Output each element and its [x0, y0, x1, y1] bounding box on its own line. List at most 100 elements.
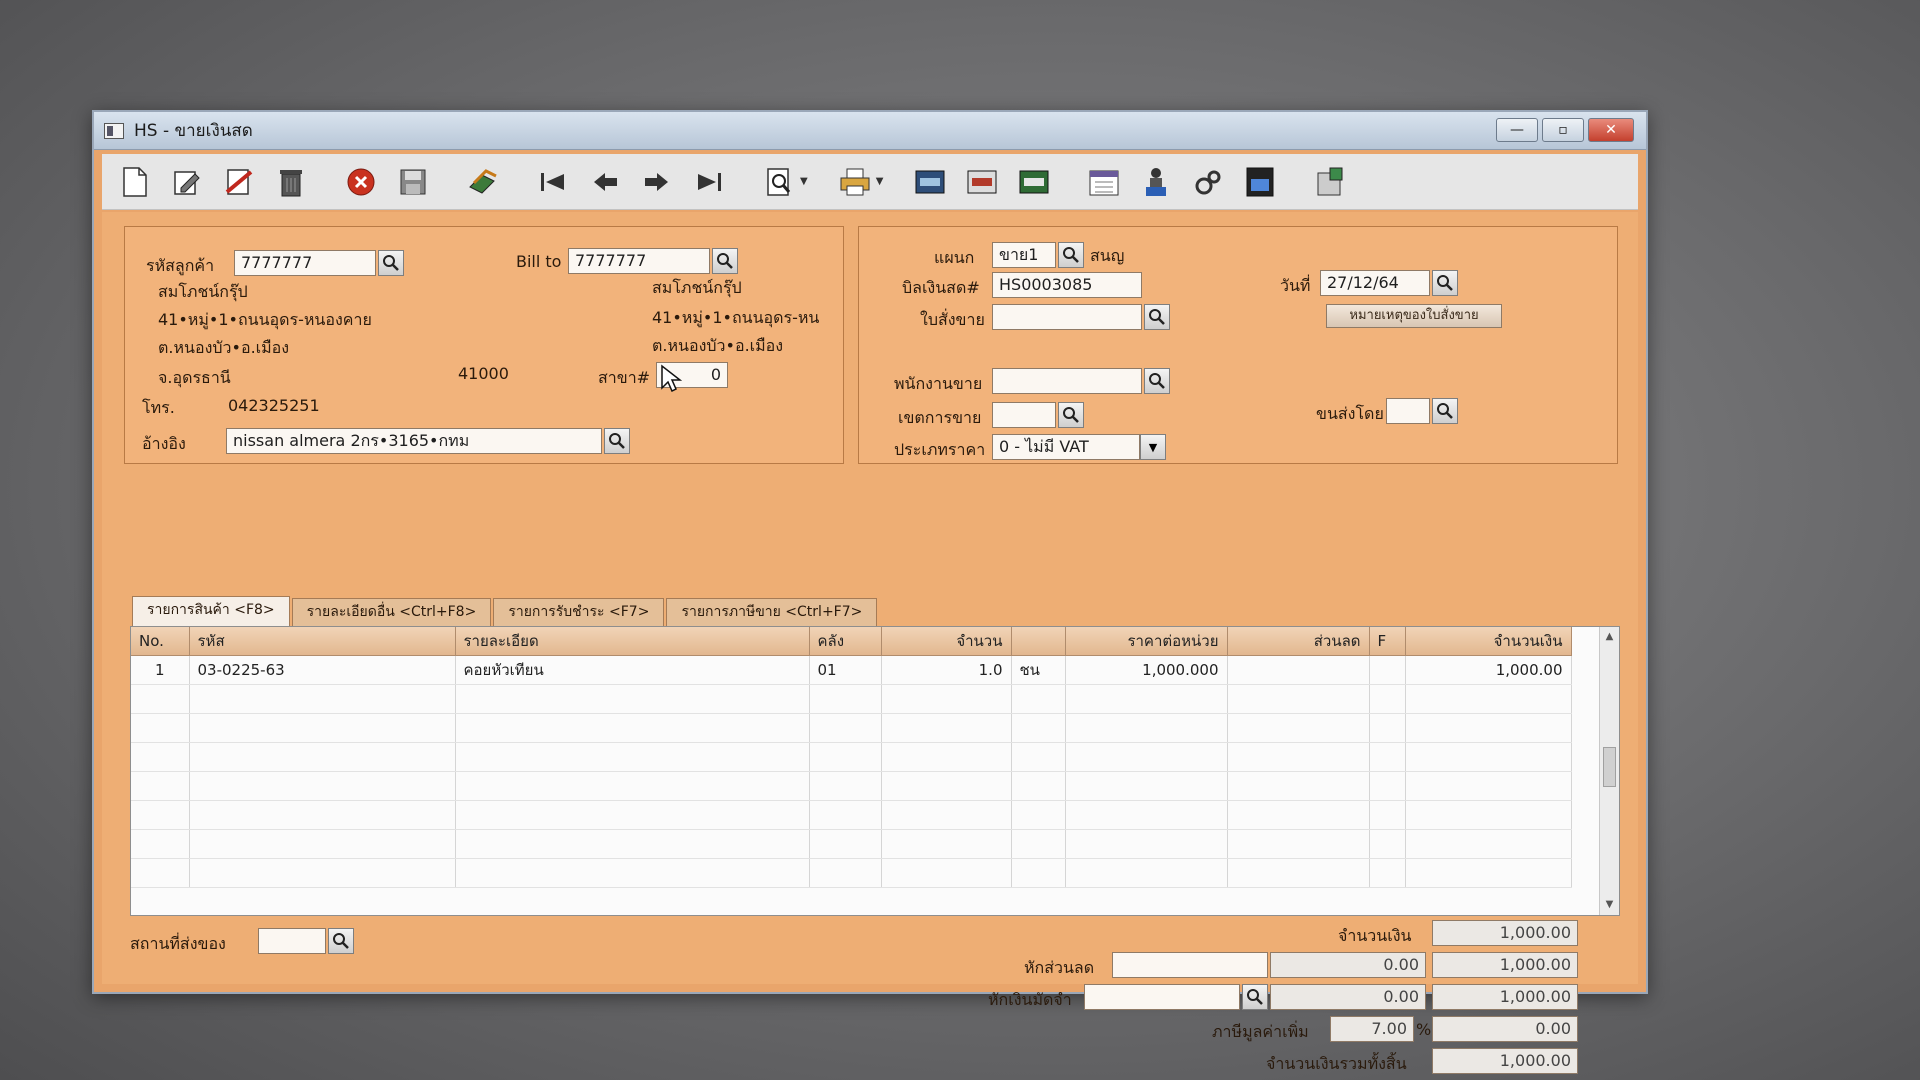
cell-flag[interactable]	[1369, 655, 1406, 685]
price-type-dropdown-icon[interactable]: ▼	[1140, 434, 1166, 460]
sales-order-search-icon[interactable]	[1144, 304, 1170, 330]
ok-document-icon[interactable]	[1237, 160, 1283, 204]
reference-search-icon[interactable]	[604, 428, 630, 454]
date-picker-icon[interactable]	[1432, 270, 1458, 296]
salesman-input[interactable]	[992, 368, 1142, 394]
table-row-empty[interactable]	[131, 713, 1572, 743]
table-row-empty[interactable]	[131, 800, 1572, 830]
col-quantity[interactable]: จำนวน	[881, 627, 1012, 656]
prev-icon[interactable]	[582, 160, 628, 204]
col-flag[interactable]: F	[1369, 627, 1406, 656]
bill-to-search-icon[interactable]	[712, 248, 738, 274]
delivery-input[interactable]	[258, 928, 326, 954]
ship-by-search-icon[interactable]	[1432, 398, 1458, 424]
settings-icon[interactable]	[1185, 160, 1231, 204]
cell-unit-price[interactable]: 1,000.000	[1065, 655, 1228, 685]
toolbar-separator	[320, 160, 332, 204]
department-search-icon[interactable]	[1058, 242, 1084, 268]
price-type-select[interactable]: 0 - ไม่มี VAT	[992, 434, 1140, 460]
tab-items[interactable]: รายการสินค้า <F8>	[132, 596, 290, 626]
cell-unit[interactable]: ชน	[1011, 655, 1066, 685]
table-row-empty[interactable]	[131, 858, 1572, 888]
col-code[interactable]: รหัส	[189, 627, 456, 656]
preview-icon[interactable]	[756, 160, 802, 204]
approve-user-icon[interactable]	[1133, 160, 1179, 204]
cell-amount[interactable]: 1,000.00	[1405, 655, 1572, 685]
table-row-empty[interactable]	[131, 829, 1572, 859]
discount-text-input[interactable]	[1112, 952, 1268, 978]
document-report-icon[interactable]	[907, 160, 953, 204]
cancel-icon[interactable]	[338, 160, 384, 204]
table-row[interactable]: 1 03-0225-63 คอยหัวเทียน 01 1.0 ชน 1,000…	[131, 655, 1572, 685]
deposit-search-icon[interactable]	[1242, 984, 1268, 1010]
reference-input[interactable]: nissan almera 2กร•3165•กทม	[226, 428, 602, 454]
salesman-search-icon[interactable]	[1144, 368, 1170, 394]
close-button[interactable]: ✕	[1588, 118, 1634, 142]
calendar-icon[interactable]	[1081, 160, 1127, 204]
col-unit[interactable]	[1011, 627, 1066, 656]
sales-order-input[interactable]	[992, 304, 1142, 330]
title-bar[interactable]: HS - ขายเงินสด — ▫ ✕	[94, 112, 1646, 150]
maximize-button[interactable]: ▫	[1542, 118, 1584, 142]
toolbar-separator	[1063, 160, 1075, 204]
cell-code[interactable]: 03-0225-63	[189, 655, 456, 685]
toolbar-separator	[442, 160, 454, 204]
customer-search-icon[interactable]	[378, 250, 404, 276]
print-icon[interactable]	[832, 160, 878, 204]
vat-label: ภาษีมูลค่าเพิ่ม	[1212, 1022, 1309, 1041]
deposit-text-input[interactable]	[1084, 984, 1240, 1010]
cell-no[interactable]: 1	[131, 655, 190, 685]
sales-area-input[interactable]	[992, 402, 1056, 428]
table-row-empty[interactable]	[131, 742, 1572, 772]
table-row-empty[interactable]	[131, 684, 1572, 714]
col-unit-price[interactable]: ราคาต่อหน่วย	[1065, 627, 1228, 656]
vat-rate-input[interactable]: 7.00	[1330, 1016, 1414, 1042]
tab-payments[interactable]: รายการรับชำระ <F7>	[493, 598, 665, 626]
ship-by-input[interactable]	[1386, 398, 1430, 424]
col-description[interactable]: รายละเอียด	[455, 627, 810, 656]
table-row-empty[interactable]	[131, 771, 1572, 801]
document-so-icon[interactable]	[1011, 160, 1057, 204]
scroll-up-icon[interactable]: ▲	[1600, 627, 1619, 647]
bill-to-address2: ต.หนองบัว•อ.เมือง	[652, 336, 784, 355]
edit-icon[interactable]	[164, 160, 210, 204]
col-amount[interactable]: จำนวนเงิน	[1405, 627, 1572, 656]
cell-warehouse[interactable]: 01	[809, 655, 882, 685]
grid-scrollbar[interactable]: ▲ ▼	[1599, 627, 1619, 915]
void-icon[interactable]	[216, 160, 262, 204]
date-input[interactable]: 27/12/64	[1320, 270, 1430, 296]
sales-area-search-icon[interactable]	[1058, 402, 1084, 428]
first-icon[interactable]	[530, 160, 576, 204]
scroll-thumb[interactable]	[1603, 747, 1616, 787]
minimize-button[interactable]: —	[1496, 118, 1538, 142]
customer-postcode: 41000	[458, 364, 509, 383]
trash-icon[interactable]	[268, 160, 314, 204]
col-discount[interactable]: ส่วนลด	[1227, 627, 1370, 656]
transfer-icon[interactable]	[1307, 160, 1353, 204]
document-tax-icon[interactable]	[959, 160, 1005, 204]
save-icon[interactable]	[390, 160, 436, 204]
toolbar-separator	[889, 160, 901, 204]
customer-code-input[interactable]: 7777777	[234, 250, 376, 276]
scroll-down-icon[interactable]: ▼	[1600, 895, 1619, 915]
new-document-icon[interactable]	[112, 160, 158, 204]
cell-discount[interactable]	[1227, 655, 1370, 685]
col-warehouse[interactable]: คลัง	[809, 627, 882, 656]
toolbar-separator	[1289, 160, 1301, 204]
order-note-button[interactable]: หมายเหตุของใบสั่งขาย	[1326, 304, 1502, 328]
amount-label: จำนวนเงิน	[1338, 926, 1412, 945]
last-icon[interactable]	[686, 160, 732, 204]
delivery-search-icon[interactable]	[328, 928, 354, 954]
bill-to-input[interactable]: 7777777	[568, 248, 710, 274]
mouse-pointer-icon	[661, 364, 682, 392]
tab-sales-tax[interactable]: รายการภาษีขาย <Ctrl+F7>	[666, 598, 878, 626]
cash-bill-input[interactable]: HS0003085	[992, 272, 1142, 298]
col-no[interactable]: No.	[131, 627, 190, 656]
after-discount-value: 1,000.00	[1432, 952, 1578, 978]
cell-quantity[interactable]: 1.0	[881, 655, 1012, 685]
next-icon[interactable]	[634, 160, 680, 204]
department-input[interactable]: ขาย1	[992, 242, 1056, 268]
cell-description[interactable]: คอยหัวเทียน	[455, 655, 810, 685]
tab-other-details[interactable]: รายละเอียดอื่น <Ctrl+F8>	[291, 598, 492, 626]
copy-icon[interactable]	[460, 160, 506, 204]
